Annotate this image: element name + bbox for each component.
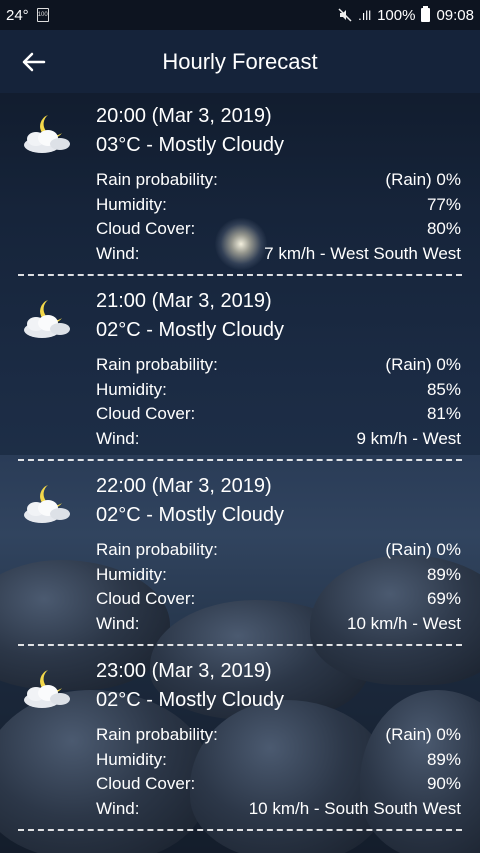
- sd-card-icon: 100: [36, 8, 49, 22]
- forecast-time: 20:00 (Mar 3, 2019): [96, 105, 272, 127]
- mute-icon: [338, 8, 352, 22]
- divider: [18, 644, 462, 646]
- cloud-cover-label: Cloud Cover:: [96, 774, 196, 793]
- humidity-value: 89%: [426, 750, 461, 769]
- forecast-item[interactable]: 21:00 (Mar 3, 2019) 02°C - Mostly Cloudy…: [0, 278, 480, 463]
- forecast-condition: 02°C - Mostly Cloudy: [96, 689, 285, 711]
- battery-percent: 100%: [377, 6, 416, 24]
- forecast-condition: 02°C - Mostly Cloudy: [96, 319, 285, 341]
- humidity-label: Humidity:: [96, 195, 167, 214]
- cloud-cover-value: 81%: [426, 404, 461, 423]
- divider: [18, 829, 462, 831]
- wind-value: 9 km/h - West: [356, 429, 461, 448]
- rain-label: Rain probability:: [96, 725, 218, 744]
- status-time: 09:08: [436, 6, 474, 24]
- humidity-value: 77%: [426, 195, 461, 214]
- humidity-value: 89%: [426, 565, 461, 584]
- humidity-value: 85%: [426, 380, 461, 399]
- cloud-cover-label: Cloud Cover:: [96, 589, 196, 608]
- wind-label: Wind:: [96, 614, 140, 633]
- partly-cloudy-night-icon: [24, 485, 70, 523]
- cloud-cover-label: Cloud Cover:: [96, 219, 196, 238]
- partly-cloudy-night-icon: [24, 115, 70, 153]
- signal-icon: .ıll: [358, 7, 372, 23]
- divider: [18, 459, 462, 461]
- rain-value: (Rain) 0%: [385, 170, 461, 189]
- wind-value: 10 km/h - West: [347, 614, 461, 633]
- cloud-cover-value: 80%: [426, 219, 461, 238]
- forecast-time: 22:00 (Mar 3, 2019): [96, 475, 272, 497]
- forecast-item[interactable]: 23:00 (Mar 3, 2019) 02°C - Mostly Cloudy…: [0, 648, 480, 833]
- partly-cloudy-night-icon: [24, 670, 70, 708]
- battery-icon: [421, 6, 431, 22]
- rain-value: (Rain) 0%: [385, 540, 461, 559]
- status-temperature: 24°: [6, 6, 29, 24]
- app-bar: Hourly Forecast: [0, 30, 480, 93]
- rain-label: Rain probability:: [96, 355, 218, 374]
- rain-label: Rain probability:: [96, 540, 218, 559]
- cloud-cover-value: 69%: [426, 589, 461, 608]
- cloud-cover-label: Cloud Cover:: [96, 404, 196, 423]
- back-arrow-icon[interactable]: [20, 48, 48, 76]
- wind-label: Wind:: [96, 429, 140, 448]
- forecast-item[interactable]: 22:00 (Mar 3, 2019) 02°C - Mostly Cloudy…: [0, 463, 480, 648]
- wind-label: Wind:: [96, 244, 140, 263]
- cloud-cover-value: 90%: [426, 774, 461, 793]
- humidity-label: Humidity:: [96, 750, 167, 769]
- divider: [18, 274, 462, 276]
- wind-value: 10 km/h - South South West: [248, 799, 461, 818]
- wind-label: Wind:: [96, 799, 140, 818]
- rain-value: (Rain) 0%: [385, 355, 461, 374]
- status-bar: 24° 100 .ıll 100% 09:08: [0, 0, 480, 30]
- forecast-condition: 03°C - Mostly Cloudy: [96, 134, 285, 156]
- forecast-item[interactable]: 20:00 (Mar 3, 2019) 03°C - Mostly Cloudy…: [0, 93, 480, 278]
- hourly-forecast-list: 20:00 (Mar 3, 2019) 03°C - Mostly Cloudy…: [0, 93, 480, 833]
- humidity-label: Humidity:: [96, 380, 167, 399]
- page-title: Hourly Forecast: [162, 48, 318, 74]
- rain-label: Rain probability:: [96, 170, 218, 189]
- humidity-label: Humidity:: [96, 565, 167, 584]
- forecast-condition: 02°C - Mostly Cloudy: [96, 504, 285, 526]
- wind-value: 7 km/h - West South West: [264, 244, 461, 263]
- forecast-time: 21:00 (Mar 3, 2019): [96, 290, 272, 312]
- rain-value: (Rain) 0%: [385, 725, 461, 744]
- partly-cloudy-night-icon: [24, 300, 70, 338]
- forecast-time: 23:00 (Mar 3, 2019): [96, 660, 272, 682]
